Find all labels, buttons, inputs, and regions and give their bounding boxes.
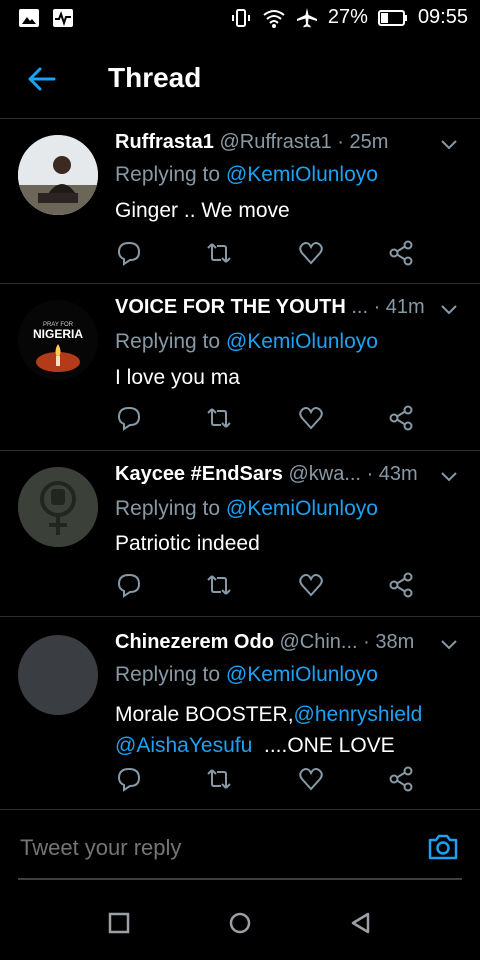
tweet-actions	[115, 239, 415, 269]
retweet-icon[interactable]	[205, 404, 233, 432]
mention-link[interactable]: @KemiOlunloyo	[226, 330, 378, 353]
timestamp: · 43m	[366, 463, 418, 485]
like-icon[interactable]	[297, 571, 325, 599]
replying-label: Replying to	[115, 163, 226, 186]
tweet[interactable]: Chinezerem Odo @Chin... · 38m Replying t…	[0, 617, 480, 810]
retweet-icon[interactable]	[205, 571, 233, 599]
tweet-actions	[115, 765, 415, 795]
reply-icon[interactable]	[115, 404, 143, 432]
replying-label: Replying to	[115, 330, 226, 353]
like-icon[interactable]	[297, 765, 325, 793]
user-handle[interactable]: ...	[351, 296, 368, 318]
mention-link[interactable]: @AishaYesufu	[115, 734, 252, 757]
tweet-text-part: ....ONE LOVE	[252, 734, 395, 757]
retweet-icon[interactable]	[205, 765, 233, 793]
tweet-text-part: Morale BOOSTER,	[115, 703, 294, 726]
avatar[interactable]	[18, 635, 98, 715]
reply-icon[interactable]	[115, 571, 143, 599]
mention-link[interactable]: @KemiOlunloyo	[226, 663, 378, 686]
battery-percent: 27%	[327, 6, 368, 28]
reply-input[interactable]	[18, 834, 402, 862]
display-name[interactable]: VOICE FOR THE YOUTH	[115, 296, 346, 318]
mention-link[interactable]: @KemiOlunloyo	[226, 163, 378, 186]
recent-apps-icon[interactable]	[108, 912, 130, 934]
display-name[interactable]: Chinezerem Odo	[115, 631, 274, 653]
share-icon[interactable]	[387, 765, 415, 793]
chevron-down-icon[interactable]	[440, 139, 458, 151]
user-handle[interactable]: @Ruffrasta1	[219, 131, 331, 153]
replying-to: Replying to @KemiOlunloyo	[115, 663, 378, 687]
timestamp: · 38m	[363, 631, 415, 653]
wifi-icon	[263, 9, 285, 28]
replying-to: Replying to @KemiOlunloyo	[115, 163, 378, 187]
like-icon[interactable]	[297, 404, 325, 432]
status-bar: 27% 09:55	[0, 0, 480, 38]
chevron-down-icon[interactable]	[440, 471, 458, 483]
share-icon[interactable]	[387, 239, 415, 267]
replying-to: Replying to @KemiOlunloyo	[115, 497, 378, 521]
share-icon[interactable]	[387, 404, 415, 432]
replying-label: Replying to	[115, 497, 226, 520]
tweet-actions	[115, 571, 415, 601]
tweet-text: Patriotic indeed	[115, 532, 260, 555]
avatar[interactable]: PRAY FOR NIGERIA	[18, 300, 98, 380]
timestamp: · 25m	[337, 131, 389, 153]
clock: 09:55	[417, 6, 468, 28]
tweet[interactable]: Ruffrasta1 @Ruffrasta1 · 25m Replying to…	[0, 119, 480, 284]
chevron-down-icon[interactable]	[440, 304, 458, 316]
battery-icon	[377, 9, 407, 26]
avatar[interactable]	[18, 467, 98, 547]
tweet[interactable]: Kaycee #EndSars @kwa... · 43m Replying t…	[0, 451, 480, 617]
tweet-actions	[115, 404, 415, 434]
mention-link[interactable]: @KemiOlunloyo	[226, 497, 378, 520]
avatar[interactable]	[18, 135, 98, 215]
user-handle[interactable]: @Chin...	[279, 631, 357, 653]
chevron-down-icon[interactable]	[440, 639, 458, 651]
page-title: Thread	[108, 62, 202, 93]
tweet-text: Morale BOOSTER,@henryshield @AishaYesufu…	[115, 699, 422, 761]
back-nav-icon[interactable]	[350, 912, 372, 934]
reply-icon[interactable]	[115, 765, 143, 793]
timestamp: · 41m	[373, 296, 425, 318]
display-name[interactable]: Kaycee #EndSars	[115, 463, 283, 485]
airplane-mode-icon	[296, 7, 317, 27]
share-icon[interactable]	[387, 571, 415, 599]
gallery-icon	[19, 9, 39, 27]
user-handle[interactable]: @kwa...	[288, 463, 361, 485]
thread-header: Thread	[0, 38, 480, 119]
replying-to: Replying to @KemiOlunloyo	[115, 330, 378, 354]
home-icon[interactable]	[229, 912, 251, 934]
reply-icon[interactable]	[115, 239, 143, 267]
mention-link[interactable]: @henryshield	[294, 703, 423, 726]
tweet-text: Ginger .. We move	[115, 199, 290, 222]
camera-icon[interactable]	[426, 830, 460, 864]
like-icon[interactable]	[297, 239, 325, 267]
system-nav-bar	[0, 880, 480, 960]
activity-icon	[53, 9, 73, 27]
avatar-title: NIGERIA	[33, 327, 83, 341]
retweet-icon[interactable]	[205, 239, 233, 267]
tweet[interactable]: PRAY FOR NIGERIA VOICE FOR THE YOUTH ...…	[0, 284, 480, 451]
reply-composer	[0, 810, 480, 880]
tweet-text: I love you ma	[115, 366, 240, 389]
display-name[interactable]: Ruffrasta1	[115, 131, 214, 153]
back-arrow-icon[interactable]	[24, 62, 58, 96]
replying-label: Replying to	[115, 663, 226, 686]
vibrate-icon	[231, 8, 250, 27]
